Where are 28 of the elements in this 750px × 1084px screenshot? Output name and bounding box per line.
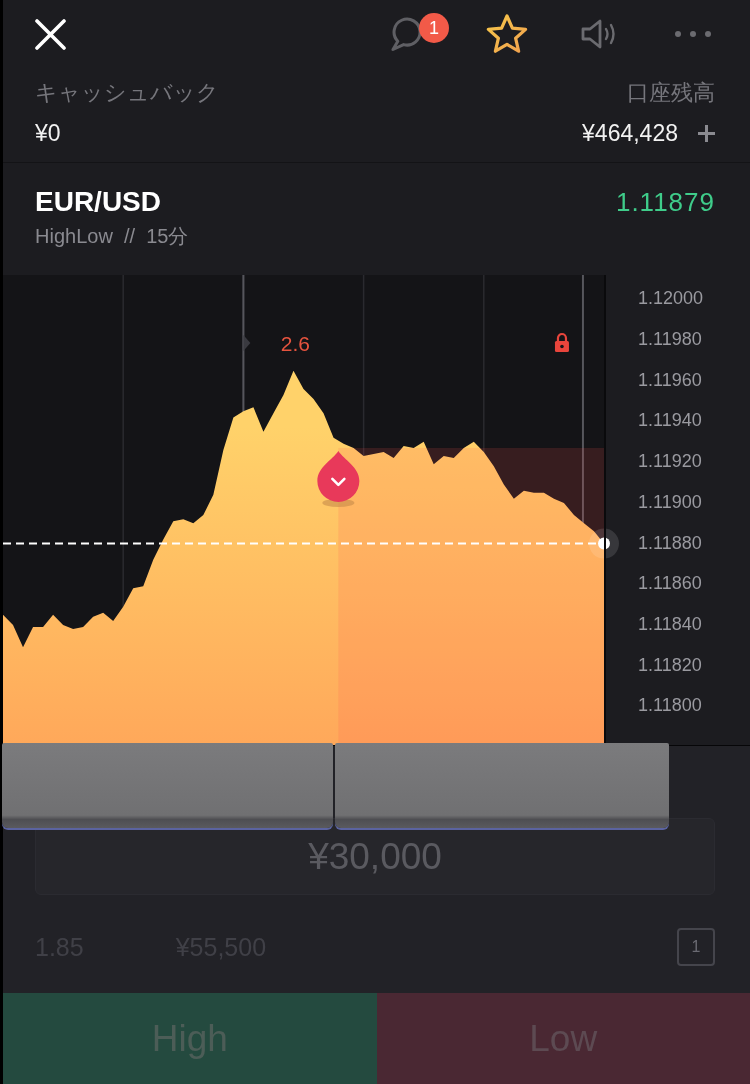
y-axis-label: 1.11920 <box>638 451 702 472</box>
balance-amount: ¥464,428 <box>582 119 678 148</box>
y-axis-label: 1.11840 <box>638 613 702 634</box>
instrument-subtitle: HighLow // 15分 <box>35 224 189 249</box>
notification-badge: 1 <box>419 13 449 43</box>
more-icon[interactable] <box>674 31 711 37</box>
y-axis-label: 1.12000 <box>638 288 704 309</box>
start-time-label: 2.6 <box>280 332 310 355</box>
pointer-icon <box>243 335 251 351</box>
lock-icon <box>554 333 569 352</box>
y-axis-label: 1.11940 <box>638 410 702 431</box>
cashback-amount: ¥0 <box>35 119 62 148</box>
y-axis-label: 1.11960 <box>638 369 702 390</box>
current-price: 1.11879 <box>615 186 715 219</box>
y-axis-label: 1.11900 <box>638 491 702 512</box>
y-axis-label: 1.11820 <box>638 654 702 675</box>
one-click-button[interactable]: 1 <box>677 928 715 966</box>
balance-label: 口座残高 <box>627 79 715 107</box>
plus-icon[interactable] <box>698 124 715 142</box>
star-icon[interactable] <box>484 13 529 55</box>
y-axis-label: 1.11860 <box>638 573 702 594</box>
cashback-label: キャッシュバック <box>35 79 219 107</box>
y-axis-label: 1.11800 <box>638 695 702 716</box>
current-price-marker <box>589 528 619 559</box>
close-icon[interactable] <box>35 18 66 50</box>
y-axis-label: 1.11880 <box>638 532 702 553</box>
y-axis-label: 1.11980 <box>638 329 702 350</box>
currency-pair: EUR/USD <box>35 185 161 219</box>
